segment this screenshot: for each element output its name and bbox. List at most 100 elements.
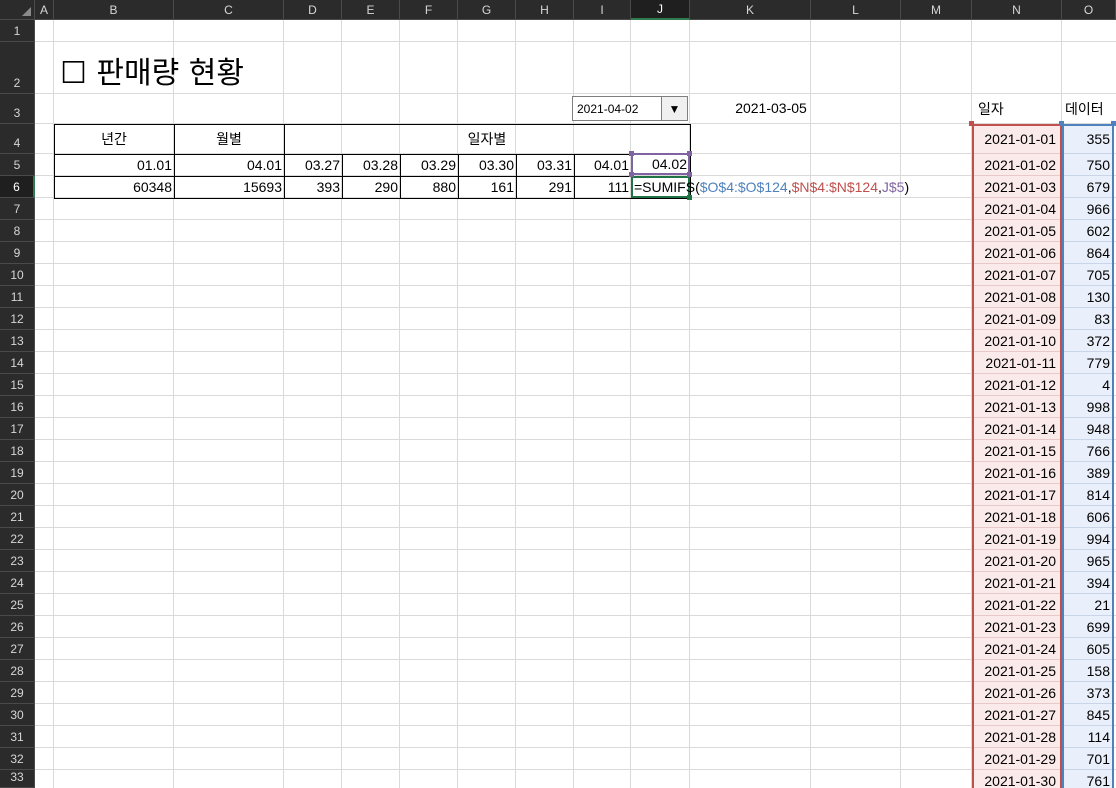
range-handle[interactable] xyxy=(629,172,634,177)
row-header[interactable]: 16 xyxy=(0,396,35,418)
value-annual[interactable]: 60348 xyxy=(54,176,174,198)
data-date-cell[interactable]: 2021-01-19 xyxy=(974,528,1060,550)
spreadsheet-grid[interactable]: ABCDEFGHIJKLMNO 1 2 3 4 5 6 7 8 9 10 11 12 13 14 15 16 1… xyxy=(0,0,1116,788)
header-monthly[interactable]: 월별 xyxy=(174,124,284,153)
row-header[interactable]: 22 xyxy=(0,528,35,550)
data-date-cell[interactable]: 2021-01-20 xyxy=(974,550,1060,572)
data-value-cell[interactable]: 845 xyxy=(1064,704,1112,726)
data-date-cell[interactable]: 2021-01-21 xyxy=(974,572,1060,594)
label-monthly[interactable]: 04.01 xyxy=(174,154,284,176)
data-value-cell[interactable]: 602 xyxy=(1064,220,1112,242)
range-handle[interactable] xyxy=(1059,121,1064,126)
column-header[interactable]: C xyxy=(174,0,284,20)
row-header[interactable]: 18 xyxy=(0,440,35,462)
day-value[interactable]: 161 xyxy=(458,176,516,198)
day-value[interactable]: 291 xyxy=(516,176,574,198)
row-header[interactable]: 24 xyxy=(0,572,35,594)
row-header[interactable]: 7 xyxy=(0,198,35,220)
data-date-cell[interactable]: 2021-01-15 xyxy=(974,440,1060,462)
data-date-cell[interactable]: 2021-01-23 xyxy=(974,616,1060,638)
range-handle[interactable] xyxy=(687,151,692,156)
day-value[interactable]: 393 xyxy=(284,176,342,198)
data-date-cell[interactable]: 2021-01-06 xyxy=(974,242,1060,264)
day-label[interactable]: 03.27 xyxy=(284,154,342,176)
row-header[interactable]: 23 xyxy=(0,550,35,572)
row-header[interactable]: 33 xyxy=(0,770,35,788)
data-date-cell[interactable]: 2021-01-22 xyxy=(974,594,1060,616)
data-value-cell[interactable]: 699 xyxy=(1064,616,1112,638)
day-value[interactable]: 111 xyxy=(574,176,631,198)
data-date-cell[interactable]: 2021-01-12 xyxy=(974,374,1060,396)
data-value-cell[interactable]: 158 xyxy=(1064,660,1112,682)
row-header[interactable]: 30 xyxy=(0,704,35,726)
column-header[interactable]: N xyxy=(972,0,1062,20)
range-handle[interactable] xyxy=(969,121,974,126)
range-handle[interactable] xyxy=(629,151,634,156)
data-value-cell[interactable]: 605 xyxy=(1064,638,1112,660)
row-header[interactable]: 13 xyxy=(0,330,35,352)
data-date-cell[interactable]: 2021-01-02 xyxy=(974,154,1060,176)
row-header[interactable]: 11 xyxy=(0,286,35,308)
column-header[interactable]: G xyxy=(458,0,516,20)
row-header[interactable]: 17 xyxy=(0,418,35,440)
data-date-cell[interactable]: 2021-01-29 xyxy=(974,748,1060,770)
column-header[interactable]: O xyxy=(1062,0,1116,20)
row-header[interactable]: 21 xyxy=(0,506,35,528)
formula-edit-text[interactable]: =SUMIFS($O$4:$O$124, $N$4:$N$124, J$5) xyxy=(634,176,909,198)
reference-date-cell[interactable]: 2021-03-05 xyxy=(690,96,852,120)
data-value-cell[interactable]: 864 xyxy=(1064,242,1112,264)
column-header[interactable]: A xyxy=(35,0,54,20)
column-header[interactable]: L xyxy=(811,0,901,20)
row-header[interactable]: 19 xyxy=(0,462,35,484)
data-date-cell[interactable]: 2021-01-28 xyxy=(974,726,1060,748)
day-label[interactable]: 03.29 xyxy=(400,154,458,176)
range-handle[interactable] xyxy=(1111,121,1116,126)
day-label[interactable]: 03.31 xyxy=(516,154,574,176)
data-date-cell[interactable]: 2021-01-26 xyxy=(974,682,1060,704)
data-value-cell[interactable]: 948 xyxy=(1064,418,1112,440)
data-date-cell[interactable]: 2021-01-18 xyxy=(974,506,1060,528)
row-header[interactable]: 31 xyxy=(0,726,35,748)
column-header[interactable]: H xyxy=(516,0,574,20)
row-header[interactable]: 10 xyxy=(0,264,35,286)
data-value-cell[interactable]: 21 xyxy=(1064,594,1112,616)
data-value-cell[interactable]: 394 xyxy=(1064,572,1112,594)
data-date-cell[interactable]: 2021-01-01 xyxy=(974,124,1060,154)
row-header[interactable]: 28 xyxy=(0,660,35,682)
day-label[interactable]: 04.01 xyxy=(574,154,631,176)
data-value-cell[interactable]: 705 xyxy=(1064,264,1112,286)
column-header[interactable]: I xyxy=(574,0,631,20)
data-value-cell[interactable]: 83 xyxy=(1064,308,1112,330)
data-date-cell[interactable]: 2021-01-30 xyxy=(974,770,1060,788)
column-header[interactable]: F xyxy=(400,0,458,20)
day-value[interactable]: 290 xyxy=(342,176,400,198)
range-handle[interactable] xyxy=(687,172,692,177)
row-header[interactable]: 29 xyxy=(0,682,35,704)
row-header[interactable]: 12 xyxy=(0,308,35,330)
data-date-cell[interactable]: 2021-01-09 xyxy=(974,308,1060,330)
data-value-cell[interactable]: 779 xyxy=(1064,352,1112,374)
day-label-0402[interactable]: 04.02 xyxy=(631,153,690,175)
data-value-cell[interactable]: 966 xyxy=(1064,198,1112,220)
data-date-cell[interactable]: 2021-01-27 xyxy=(974,704,1060,726)
data-value-cell[interactable]: 389 xyxy=(1064,462,1112,484)
data-date-cell[interactable]: 2021-01-13 xyxy=(974,396,1060,418)
row-header[interactable]: 1 xyxy=(0,20,35,42)
row-header[interactable]: 14 xyxy=(0,352,35,374)
data-value-cell[interactable]: 814 xyxy=(1064,484,1112,506)
data-value-cell[interactable]: 355 xyxy=(1064,124,1112,154)
data-value-cell[interactable]: 372 xyxy=(1064,330,1112,352)
label-annual[interactable]: 01.01 xyxy=(54,154,174,176)
row-header[interactable]: 2 xyxy=(0,42,35,94)
column-header[interactable]: E xyxy=(342,0,400,20)
row-header[interactable]: 26 xyxy=(0,616,35,638)
data-date-cell[interactable]: 2021-01-17 xyxy=(974,484,1060,506)
row-header[interactable]: 32 xyxy=(0,748,35,770)
header-daily[interactable]: 일자별 xyxy=(284,124,690,153)
row-header[interactable]: 6 xyxy=(0,176,35,198)
row-header[interactable]: 20 xyxy=(0,484,35,506)
data-date-cell[interactable]: 2021-01-03 xyxy=(974,176,1060,198)
data-header-date[interactable]: 일자 xyxy=(975,94,1061,124)
column-header[interactable]: M xyxy=(901,0,972,20)
data-value-cell[interactable]: 761 xyxy=(1064,770,1112,788)
